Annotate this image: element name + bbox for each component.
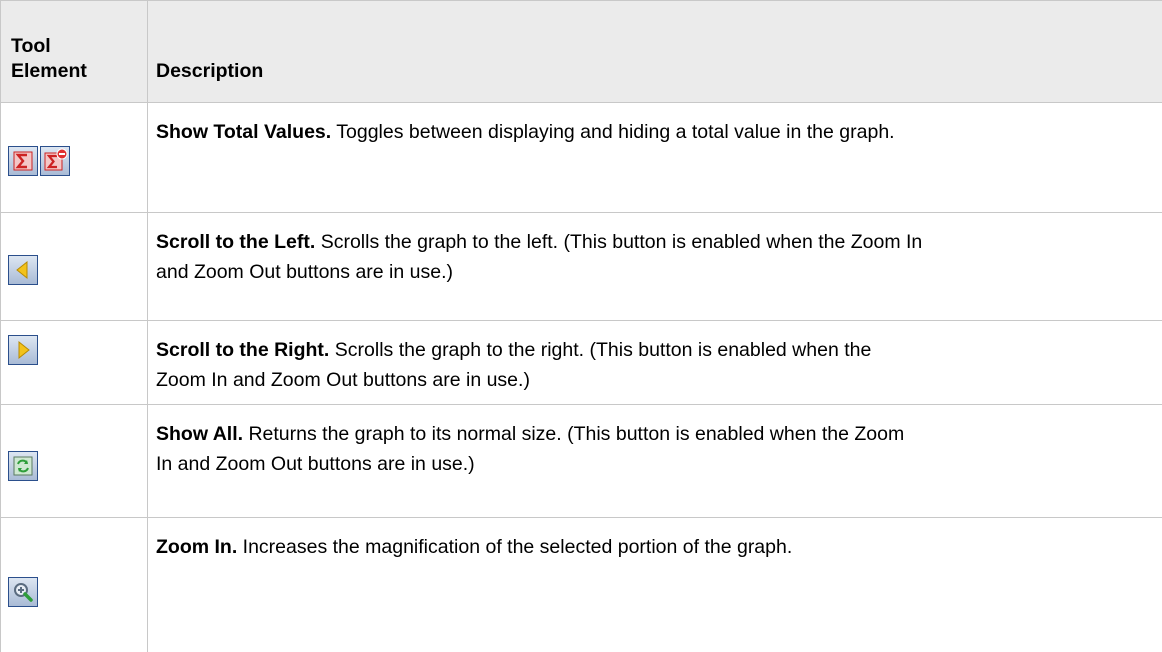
table-row: Scroll to the Left. Scrolls the graph to… (1, 213, 1162, 321)
table-row: Show All. Returns the graph to its norma… (1, 405, 1162, 518)
term-label: Show All. (156, 423, 243, 445)
zoom-in-icon[interactable] (8, 577, 38, 607)
description-line: Increases the magnification of the selec… (243, 536, 793, 558)
header-tool-element: Tool Element (1, 1, 148, 103)
description-line: and Zoom Out buttons are in use.) (156, 261, 453, 283)
table-row: Show Total Values. Toggles between displ… (1, 103, 1162, 213)
table-row: Scroll to the Right. Scrolls the graph t… (1, 321, 1162, 405)
table-row: Zoom In. Increases the magnification of … (1, 518, 1162, 652)
description-cell: Show All. Returns the graph to its norma… (148, 405, 1162, 518)
tool-element-cell (1, 103, 148, 213)
scroll-left-icon[interactable] (8, 255, 38, 285)
table-header-row: Tool Element Description (1, 1, 1162, 103)
description-line: Zoom In and Zoom Out buttons are in use.… (156, 369, 530, 391)
description-line: In and Zoom Out buttons are in use.) (156, 453, 475, 475)
tool-element-table: Tool Element Description (0, 0, 1162, 652)
description-cell: Show Total Values. Toggles between displ… (148, 103, 1162, 213)
header-description: Description (148, 1, 1162, 103)
hide-total-values-icon[interactable] (40, 146, 70, 176)
description-line: Returns the graph to its normal size. (T… (248, 423, 904, 445)
description-cell: Scroll to the Left. Scrolls the graph to… (148, 213, 1162, 321)
description-line: Scrolls the graph to the left. (This but… (321, 231, 923, 253)
term-label: Show Total Values. (156, 121, 331, 143)
show-all-icon[interactable] (8, 451, 38, 481)
description-line: Scrolls the graph to the right. (This bu… (335, 339, 872, 361)
term-label: Scroll to the Right. (156, 339, 329, 361)
tool-element-cell (1, 213, 148, 321)
tool-element-cell (1, 518, 148, 652)
term-label: Zoom In. (156, 536, 237, 558)
tool-element-cell (1, 321, 148, 405)
description-line: Toggles between displaying and hiding a … (336, 121, 894, 143)
scroll-right-icon[interactable] (8, 335, 38, 365)
header-tool-line1: Tool (11, 35, 51, 57)
show-total-values-icon[interactable] (8, 146, 38, 176)
header-tool-line2: Element (11, 60, 87, 82)
term-label: Scroll to the Left. (156, 231, 315, 253)
description-cell: Zoom In. Increases the magnification of … (148, 518, 1162, 652)
tool-element-cell (1, 405, 148, 518)
description-cell: Scroll to the Right. Scrolls the graph t… (148, 321, 1162, 405)
